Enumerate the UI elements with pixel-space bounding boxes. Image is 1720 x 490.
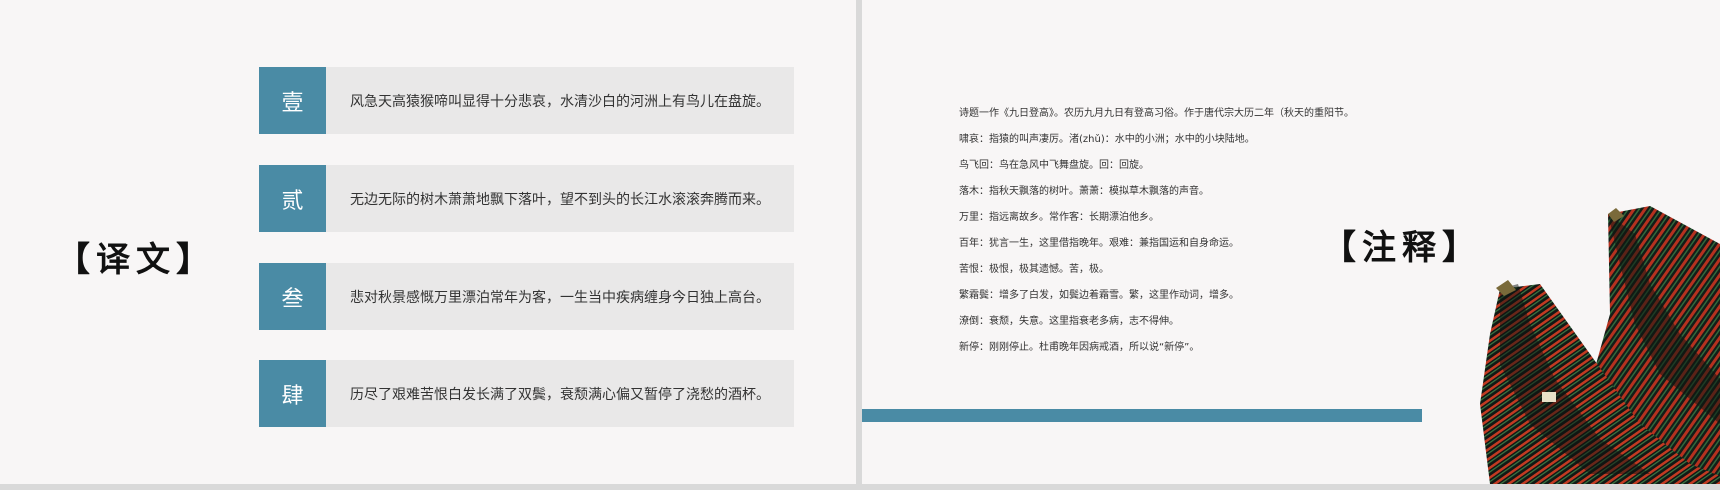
note-line: 鸟飞回：鸟在急风中飞舞盘旋。回：回旋。: [959, 160, 1149, 171]
temple-eaves-image: [1480, 206, 1720, 484]
row-badge: 肆: [259, 360, 326, 427]
row-badge: 壹: [259, 67, 326, 134]
row-text: 历尽了艰难苦恨白发长满了双鬓，衰颓满心偏又暂停了浇愁的酒杯。: [350, 386, 770, 403]
note-line: 苦恨：极恨，极其遗憾。苦，极。: [959, 264, 1109, 275]
note-line: 繁霜鬓：增多了白发，如鬓边着霜雪。繁，这里作动词，增多。: [959, 290, 1239, 301]
note-line: 万里：指远离故乡。常作客：长期漂泊他乡。: [959, 212, 1159, 223]
note-line: 落木：指秋天飘落的树叶。萧萧：模拟草木飘落的声音。: [959, 186, 1209, 197]
note-line: 啸哀：指猿的叫声凄厉。渚(zhǔ)：水中的小洲；水中的小块陆地。: [959, 134, 1255, 145]
row-badge: 贰: [259, 165, 326, 232]
slide-notes: 诗题一作《九日登高》。农历九月九日有登高习俗。作于唐代宗大历二年（秋天的重阳节。…: [862, 0, 1720, 484]
accent-band: [862, 409, 1422, 422]
note-line: 百年：犹言一生，这里借指晚年。艰难：兼指国运和自身命运。: [959, 238, 1239, 249]
note-line: 潦倒：衰颓，失意。这里指衰老多病，志不得伸。: [959, 316, 1179, 327]
notes-title: 【注释】: [1322, 228, 1482, 268]
slide-translation: 【译文】 壹 风急天高猿猴啼叫显得十分悲哀，水清沙白的河洲上有鸟儿在盘旋。 贰 …: [0, 0, 856, 484]
translation-row: 壹 风急天高猿猴啼叫显得十分悲哀，水清沙白的河洲上有鸟儿在盘旋。: [259, 67, 794, 134]
translation-row: 贰 无边无际的树木萧萧地飘下落叶，望不到头的长江水滚滚奔腾而来。: [259, 165, 794, 232]
note-line: 新停：刚刚停止。杜甫晚年因病戒酒，所以说“新停”。: [959, 342, 1200, 353]
row-text: 悲对秋景感慨万里漂泊常年为客，一生当中疾病缠身今日独上高台。: [350, 289, 770, 306]
translation-row: 叁 悲对秋景感慨万里漂泊常年为客，一生当中疾病缠身今日独上高台。: [259, 263, 794, 330]
note-line: 诗题一作《九日登高》。农历九月九日有登高习俗。作于唐代宗大历二年（秋天的重阳节。: [959, 108, 1354, 119]
row-badge: 叁: [259, 263, 326, 330]
row-text: 无边无际的树木萧萧地飘下落叶，望不到头的长江水滚滚奔腾而来。: [350, 191, 770, 208]
translation-row: 肆 历尽了艰难苦恨白发长满了双鬓，衰颓满心偏又暂停了浇愁的酒杯。: [259, 360, 794, 427]
row-text: 风急天高猿猴啼叫显得十分悲哀，水清沙白的河洲上有鸟儿在盘旋。: [350, 93, 770, 110]
translation-title: 【译文】: [56, 240, 216, 280]
